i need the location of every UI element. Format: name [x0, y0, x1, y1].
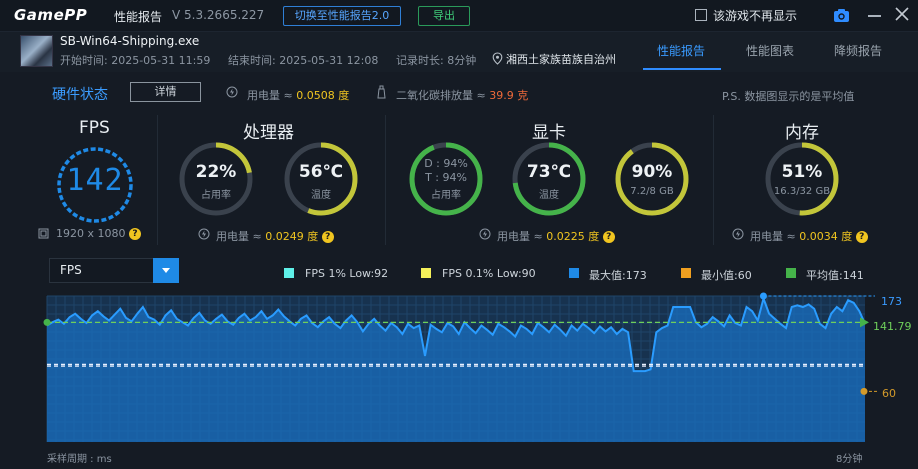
power-prefix: 用电量 ≈ — [247, 89, 297, 102]
legend-swatch-1pct-low — [284, 268, 294, 278]
legend-min: 最小值:60 — [701, 269, 752, 282]
x-axis-start-label: 采样周期 : ms — [47, 454, 112, 465]
app-window: GamePP 性能报告 V 5.3.2665.227 切换至性能报告2.0 导出… — [0, 0, 918, 469]
window-title: 性能报告 — [114, 10, 163, 24]
cpu-usage-label: 占用率 — [201, 190, 231, 201]
legend-01pct-low: FPS 0.1% Low:90 — [442, 267, 536, 280]
switch-report-button[interactable]: 切换至性能报告2.0 — [283, 6, 401, 26]
location-text: 湘西土家族苗族自治州 — [506, 53, 616, 66]
power-value: 0.0508 度 — [296, 89, 350, 102]
metric-select-arrow[interactable] — [153, 258, 179, 283]
divider — [157, 115, 158, 245]
hardware-status-title: 硬件状态 — [52, 87, 108, 103]
gpu-temp-label: 温度 — [539, 190, 559, 201]
details-button[interactable]: 详情 — [130, 82, 201, 102]
gpu-power-value: 0.0225 度 — [546, 230, 600, 243]
memory-power: 用电量 ≈ 0.0034 度 ? — [750, 228, 868, 244]
resolution: 1920 x 1080 ? — [56, 227, 141, 240]
help-icon[interactable]: ? — [129, 228, 141, 240]
gpu-temp-value: 73℃ — [526, 162, 572, 182]
tab-performance-report[interactable]: 性能报告 — [657, 42, 705, 59]
help-icon[interactable]: ? — [602, 231, 615, 243]
chart-avg-label: 141.79 — [873, 320, 912, 333]
power-icon — [479, 228, 491, 240]
cpu-power-value: 0.0249 度 — [265, 230, 319, 243]
power-icon — [198, 228, 210, 240]
co2-value: 39.9 克 — [489, 89, 529, 102]
co2-icon — [377, 85, 386, 99]
gpu-vram-sub: 7.2/8 GB — [630, 186, 674, 197]
record-duration: 记录时长: 8分钟 — [396, 54, 477, 67]
max-point — [759, 292, 767, 300]
cpu-title: 处理器 — [243, 123, 294, 143]
legend-avg: 平均值:141 — [806, 269, 864, 282]
resolution-icon — [38, 228, 49, 239]
fps-chart — [43, 292, 878, 442]
gpu-d-usage: D : 94% — [424, 157, 468, 170]
total-power: 用电量 ≈ 0.0508 度 — [247, 87, 349, 103]
chart-max-label: 173 — [881, 295, 902, 308]
tab-throttle-report[interactable]: 降频报告 — [834, 42, 882, 59]
app-logo: GamePP — [14, 6, 88, 24]
fps-value: 142 — [66, 163, 124, 198]
memory-power-value: 0.0034 度 — [799, 230, 853, 243]
legend-swatch-min — [681, 268, 691, 278]
export-button[interactable]: 导出 — [418, 6, 470, 26]
active-tab-indicator — [643, 68, 721, 70]
memory-usage-sub: 16.3/32 GB — [773, 186, 831, 197]
game-thumbnail — [20, 35, 53, 67]
power-prefix: 用电量 ≈ — [497, 230, 547, 243]
help-icon[interactable]: ? — [855, 231, 868, 243]
gpu-t-usage: T : 94% — [425, 171, 467, 184]
gpu-usage-label: 占用率 — [431, 190, 461, 201]
chart-min-label: 60 — [882, 387, 896, 400]
fps-title: FPS — [79, 118, 110, 138]
gpu-power: 用电量 ≈ 0.0225 度 ? — [497, 228, 615, 244]
legend-1pct-low: FPS 1% Low:92 — [305, 267, 389, 280]
power-prefix: 用电量 ≈ — [750, 230, 800, 243]
min-point — [860, 387, 868, 395]
memory-title: 内存 — [785, 123, 819, 143]
camera-icon[interactable] — [833, 7, 850, 24]
gpu-vram-value: 90% — [631, 162, 673, 182]
tab-performance-chart[interactable]: 性能图表 — [746, 42, 794, 59]
chart-average-note: P.S. 数据图显示的是平均值 — [722, 90, 855, 103]
gpu-title: 显卡 — [532, 123, 566, 143]
game-exe-name: SB-Win64-Shipping.exe — [60, 34, 200, 48]
legend-swatch-max — [569, 268, 579, 278]
legend-swatch-avg — [786, 268, 796, 278]
cpu-power: 用电量 ≈ 0.0249 度 ? — [216, 228, 334, 244]
power-icon — [226, 86, 238, 98]
chevron-down-icon — [162, 268, 170, 273]
version-label: V 5.3.2665.227 — [172, 8, 265, 22]
cpu-temp-label: 温度 — [311, 190, 331, 201]
memory-usage-value: 51% — [781, 162, 823, 182]
minimize-icon[interactable] — [868, 15, 881, 17]
end-time: 结束时间: 2025-05-31 12:08 — [228, 54, 379, 67]
divider — [713, 115, 714, 245]
dont-show-label: 该游戏不再显示 — [713, 9, 798, 23]
cpu-usage-value: 22% — [195, 162, 237, 182]
metric-select-value: FPS — [60, 263, 82, 277]
close-icon[interactable] — [894, 6, 910, 22]
co2-emission: 二氧化碳排放量 ≈ 39.9 克 — [396, 87, 528, 103]
power-icon — [732, 228, 744, 240]
divider — [385, 115, 386, 245]
power-prefix: 用电量 ≈ — [216, 230, 266, 243]
start-time: 开始时间: 2025-05-31 11:59 — [60, 54, 211, 67]
location-icon — [492, 52, 503, 65]
x-axis-end-label: 8分钟 — [836, 454, 863, 465]
cpu-temp-value: 56℃ — [298, 162, 344, 182]
help-icon[interactable]: ? — [321, 231, 334, 243]
avg-start-point — [43, 318, 51, 326]
resolution-text: 1920 x 1080 — [56, 227, 126, 240]
legend-swatch-01pct-low — [421, 268, 431, 278]
legend-max: 最大值:173 — [589, 269, 647, 282]
co2-prefix: 二氧化碳排放量 ≈ — [396, 89, 490, 102]
dont-show-checkbox[interactable] — [695, 9, 707, 21]
